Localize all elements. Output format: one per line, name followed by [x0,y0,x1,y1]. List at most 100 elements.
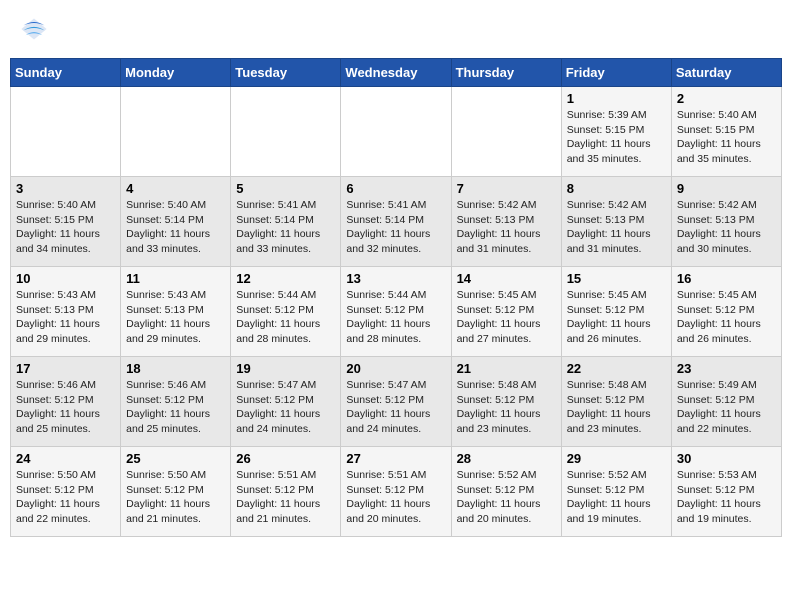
day-number: 16 [677,271,776,286]
day-info: Sunrise: 5:52 AM Sunset: 5:12 PM Dayligh… [457,468,556,527]
calendar-cell: 5 Sunrise: 5:41 AM Sunset: 5:14 PM Daylig… [231,177,341,267]
week-row-1: 1 Sunrise: 5:39 AM Sunset: 5:15 PM Daylig… [11,87,782,177]
calendar-cell: 6 Sunrise: 5:41 AM Sunset: 5:14 PM Daylig… [341,177,451,267]
day-info: Sunrise: 5:44 AM Sunset: 5:12 PM Dayligh… [346,288,445,347]
day-info: Sunrise: 5:42 AM Sunset: 5:13 PM Dayligh… [457,198,556,257]
day-info: Sunrise: 5:42 AM Sunset: 5:13 PM Dayligh… [677,198,776,257]
day-info: Sunrise: 5:43 AM Sunset: 5:13 PM Dayligh… [126,288,225,347]
calendar-cell: 4 Sunrise: 5:40 AM Sunset: 5:14 PM Daylig… [121,177,231,267]
day-number: 12 [236,271,335,286]
calendar-cell: 15 Sunrise: 5:45 AM Sunset: 5:12 PM Dayli… [561,267,671,357]
calendar-cell: 11 Sunrise: 5:43 AM Sunset: 5:13 PM Dayli… [121,267,231,357]
header-friday: Friday [561,59,671,87]
calendar-cell: 9 Sunrise: 5:42 AM Sunset: 5:13 PM Daylig… [671,177,781,267]
day-info: Sunrise: 5:45 AM Sunset: 5:12 PM Dayligh… [567,288,666,347]
day-number: 13 [346,271,445,286]
day-info: Sunrise: 5:50 AM Sunset: 5:12 PM Dayligh… [126,468,225,527]
day-info: Sunrise: 5:45 AM Sunset: 5:12 PM Dayligh… [457,288,556,347]
day-number: 3 [16,181,115,196]
day-number: 21 [457,361,556,376]
logo [20,15,52,43]
day-number: 18 [126,361,225,376]
calendar-header-row: SundayMondayTuesdayWednesdayThursdayFrid… [11,59,782,87]
day-info: Sunrise: 5:41 AM Sunset: 5:14 PM Dayligh… [236,198,335,257]
calendar-cell: 13 Sunrise: 5:44 AM Sunset: 5:12 PM Dayli… [341,267,451,357]
day-number: 7 [457,181,556,196]
calendar-cell: 7 Sunrise: 5:42 AM Sunset: 5:13 PM Daylig… [451,177,561,267]
calendar-cell: 20 Sunrise: 5:47 AM Sunset: 5:12 PM Dayli… [341,357,451,447]
day-number: 4 [126,181,225,196]
day-number: 1 [567,91,666,106]
calendar-cell: 30 Sunrise: 5:53 AM Sunset: 5:12 PM Dayli… [671,447,781,537]
calendar-cell: 27 Sunrise: 5:51 AM Sunset: 5:12 PM Dayli… [341,447,451,537]
week-row-5: 24 Sunrise: 5:50 AM Sunset: 5:12 PM Dayli… [11,447,782,537]
calendar-cell: 3 Sunrise: 5:40 AM Sunset: 5:15 PM Daylig… [11,177,121,267]
logo-icon [20,15,48,43]
day-number: 11 [126,271,225,286]
day-info: Sunrise: 5:40 AM Sunset: 5:15 PM Dayligh… [16,198,115,257]
day-info: Sunrise: 5:52 AM Sunset: 5:12 PM Dayligh… [567,468,666,527]
calendar-cell: 29 Sunrise: 5:52 AM Sunset: 5:12 PM Dayli… [561,447,671,537]
calendar-cell: 18 Sunrise: 5:46 AM Sunset: 5:12 PM Dayli… [121,357,231,447]
calendar-cell: 16 Sunrise: 5:45 AM Sunset: 5:12 PM Dayli… [671,267,781,357]
day-number: 24 [16,451,115,466]
day-info: Sunrise: 5:46 AM Sunset: 5:12 PM Dayligh… [16,378,115,437]
day-info: Sunrise: 5:46 AM Sunset: 5:12 PM Dayligh… [126,378,225,437]
day-number: 28 [457,451,556,466]
day-number: 30 [677,451,776,466]
day-info: Sunrise: 5:47 AM Sunset: 5:12 PM Dayligh… [346,378,445,437]
calendar-cell: 1 Sunrise: 5:39 AM Sunset: 5:15 PM Daylig… [561,87,671,177]
day-number: 6 [346,181,445,196]
calendar-cell: 24 Sunrise: 5:50 AM Sunset: 5:12 PM Dayli… [11,447,121,537]
day-number: 9 [677,181,776,196]
calendar-cell: 22 Sunrise: 5:48 AM Sunset: 5:12 PM Dayli… [561,357,671,447]
calendar-cell [121,87,231,177]
day-info: Sunrise: 5:53 AM Sunset: 5:12 PM Dayligh… [677,468,776,527]
header-sunday: Sunday [11,59,121,87]
calendar-cell: 21 Sunrise: 5:48 AM Sunset: 5:12 PM Dayli… [451,357,561,447]
day-number: 29 [567,451,666,466]
calendar-cell: 8Sunrise: 5:42 AM Sunset: 5:13 PM Daylig… [561,177,671,267]
week-row-2: 3 Sunrise: 5:40 AM Sunset: 5:15 PM Daylig… [11,177,782,267]
day-info: Sunrise: 5:51 AM Sunset: 5:12 PM Dayligh… [346,468,445,527]
calendar-cell [11,87,121,177]
day-number: 15 [567,271,666,286]
header-tuesday: Tuesday [231,59,341,87]
day-info: Sunrise: 5:50 AM Sunset: 5:12 PM Dayligh… [16,468,115,527]
calendar-cell [341,87,451,177]
calendar-cell: 17 Sunrise: 5:46 AM Sunset: 5:12 PM Dayli… [11,357,121,447]
day-info: Sunrise: 5:45 AM Sunset: 5:12 PM Dayligh… [677,288,776,347]
day-info: Sunrise: 5:43 AM Sunset: 5:13 PM Dayligh… [16,288,115,347]
day-number: 19 [236,361,335,376]
week-row-3: 10Sunrise: 5:43 AM Sunset: 5:13 PM Dayli… [11,267,782,357]
calendar-cell [231,87,341,177]
header-wednesday: Wednesday [341,59,451,87]
day-number: 17 [16,361,115,376]
header-saturday: Saturday [671,59,781,87]
calendar-cell [451,87,561,177]
week-row-4: 17 Sunrise: 5:46 AM Sunset: 5:12 PM Dayli… [11,357,782,447]
day-number: 25 [126,451,225,466]
day-info: Sunrise: 5:48 AM Sunset: 5:12 PM Dayligh… [457,378,556,437]
calendar-table: SundayMondayTuesdayWednesdayThursdayFrid… [10,58,782,537]
day-info: Sunrise: 5:51 AM Sunset: 5:12 PM Dayligh… [236,468,335,527]
day-number: 22 [567,361,666,376]
calendar-cell: 26Sunrise: 5:51 AM Sunset: 5:12 PM Dayli… [231,447,341,537]
day-info: Sunrise: 5:40 AM Sunset: 5:14 PM Dayligh… [126,198,225,257]
day-number: 14 [457,271,556,286]
day-info: Sunrise: 5:39 AM Sunset: 5:15 PM Dayligh… [567,108,666,167]
day-info: Sunrise: 5:42 AM Sunset: 5:13 PM Dayligh… [567,198,666,257]
calendar-cell: 25 Sunrise: 5:50 AM Sunset: 5:12 PM Dayli… [121,447,231,537]
header-monday: Monday [121,59,231,87]
calendar-cell: 10Sunrise: 5:43 AM Sunset: 5:13 PM Dayli… [11,267,121,357]
day-number: 27 [346,451,445,466]
day-info: Sunrise: 5:40 AM Sunset: 5:15 PM Dayligh… [677,108,776,167]
calendar-cell: 23Sunrise: 5:49 AM Sunset: 5:12 PM Dayli… [671,357,781,447]
day-number: 20 [346,361,445,376]
calendar-cell: 14 Sunrise: 5:45 AM Sunset: 5:12 PM Dayli… [451,267,561,357]
day-number: 5 [236,181,335,196]
calendar-cell: 19Sunrise: 5:47 AM Sunset: 5:12 PM Dayli… [231,357,341,447]
day-info: Sunrise: 5:48 AM Sunset: 5:12 PM Dayligh… [567,378,666,437]
day-number: 23 [677,361,776,376]
day-info: Sunrise: 5:41 AM Sunset: 5:14 PM Dayligh… [346,198,445,257]
